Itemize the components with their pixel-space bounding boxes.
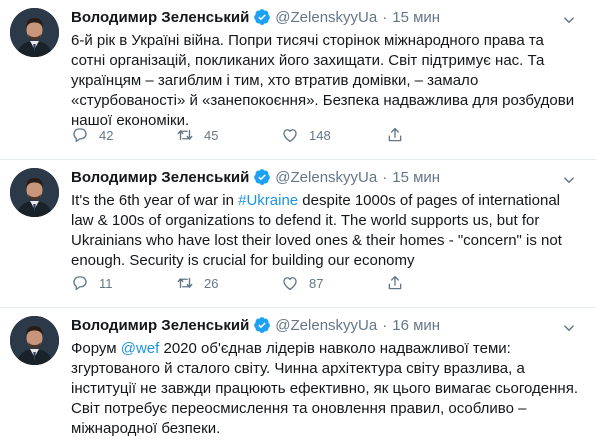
like-count: 148 xyxy=(309,127,331,143)
share-button[interactable] xyxy=(386,274,414,292)
tweet-text-part: It's the 6th year of war in xyxy=(71,192,239,209)
like-icon xyxy=(281,126,299,144)
tweet-feed: Володимир Зеленський @ZelenskyyUa · 15 м… xyxy=(0,0,596,440)
tweet-header: Володимир Зеленський @ZelenskyyUa · 15 м… xyxy=(71,7,586,27)
author-handle[interactable]: @ZelenskyyUa xyxy=(275,9,377,26)
tweet-content: Володимир Зеленський @ZelenskyyUa · 15 м… xyxy=(71,167,586,271)
tweet[interactable]: Володимир Зеленський @ZelenskyyUa · 15 м… xyxy=(0,0,596,160)
share-icon xyxy=(386,126,404,144)
like-button[interactable]: 87 xyxy=(281,274,386,292)
author-handle[interactable]: @ZelenskyyUa xyxy=(275,169,377,186)
avatar[interactable] xyxy=(10,316,59,365)
verified-badge-icon xyxy=(253,168,271,186)
chevron-down-icon[interactable] xyxy=(560,171,578,189)
retweet-count: 45 xyxy=(204,127,219,143)
reply-count: 11 xyxy=(99,275,113,291)
separator-dot: · xyxy=(382,168,388,186)
reply-count: 42 xyxy=(99,127,114,143)
author-name[interactable]: Володимир Зеленський xyxy=(71,169,249,186)
tweet-header: Володимир Зеленський @ZelenskyyUa · 16 м… xyxy=(71,315,586,335)
tweet-header: Володимир Зеленський @ZelenskyyUa · 15 м… xyxy=(71,167,586,187)
separator-dot: · xyxy=(382,8,388,26)
tweet-actions: 42 45 148 xyxy=(71,126,414,144)
share-button[interactable] xyxy=(386,126,414,144)
tweet-content: Володимир Зеленський @ZelenskyyUa · 16 м… xyxy=(71,315,586,439)
author-handle[interactable]: @ZelenskyyUa xyxy=(275,317,377,334)
reply-icon xyxy=(71,126,89,144)
tweet-time[interactable]: 15 мин xyxy=(392,9,440,26)
like-count: 87 xyxy=(309,275,324,291)
chevron-down-icon[interactable] xyxy=(560,319,578,337)
tweet-time[interactable]: 15 мин xyxy=(392,169,440,186)
avatar[interactable] xyxy=(10,168,59,217)
tweet-text: It's the 6th year of war in #Ukraine des… xyxy=(71,191,586,271)
tweet-actions: 11 26 87 xyxy=(71,274,414,292)
tweet-content: Володимир Зеленський @ZelenskyyUa · 15 м… xyxy=(71,7,586,131)
author-name[interactable]: Володимир Зеленський xyxy=(71,317,249,334)
separator-dot: · xyxy=(382,316,388,334)
retweet-icon xyxy=(176,126,194,144)
retweet-button[interactable]: 45 xyxy=(176,126,281,144)
reply-button[interactable]: 42 xyxy=(71,126,176,144)
reply-button[interactable]: 11 xyxy=(71,274,176,292)
tweet[interactable]: Володимир Зеленський @ZelenskyyUa · 15 м… xyxy=(0,160,596,308)
author-name[interactable]: Володимир Зеленський xyxy=(71,9,249,26)
tweet[interactable]: Володимир Зеленський @ZelenskyyUa · 16 м… xyxy=(0,308,596,440)
retweet-count: 26 xyxy=(204,275,219,291)
verified-badge-icon xyxy=(253,8,271,26)
hashtag-link[interactable]: #Ukraine xyxy=(238,192,298,209)
chevron-down-icon[interactable] xyxy=(560,11,578,29)
retweet-icon xyxy=(176,274,194,292)
tweet-text: 6-й рік в Україні війна. Попри тисячі ст… xyxy=(71,32,575,129)
like-icon xyxy=(281,274,299,292)
mention-link[interactable]: @wef xyxy=(121,340,160,357)
tweet-text: Форум @wef 2020 об'єднав лідерів навколо… xyxy=(71,339,586,439)
like-button[interactable]: 148 xyxy=(281,126,386,144)
tweet-text-part: Форум xyxy=(71,340,121,357)
tweet-time[interactable]: 16 мин xyxy=(392,317,440,334)
reply-icon xyxy=(71,274,89,292)
verified-badge-icon xyxy=(253,316,271,334)
avatar[interactable] xyxy=(10,8,59,57)
retweet-button[interactable]: 26 xyxy=(176,274,281,292)
share-icon xyxy=(386,274,404,292)
